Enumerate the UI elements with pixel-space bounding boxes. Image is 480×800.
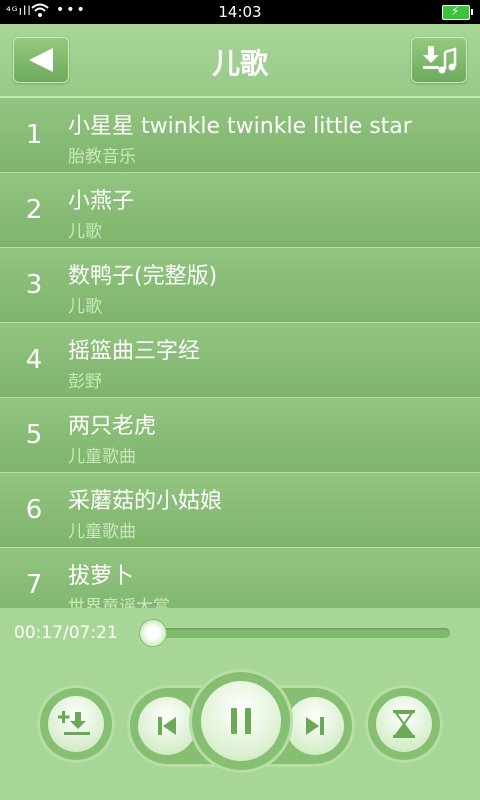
pause-icon: [231, 708, 251, 734]
clock: 14:03: [218, 3, 262, 21]
download-button[interactable]: [411, 37, 467, 83]
add-download-icon: [58, 711, 90, 735]
track-title: 小星星 twinkle twinkle little star: [68, 114, 412, 139]
battery-icon: ⚡: [442, 4, 473, 20]
track-title: 两只老虎: [68, 414, 157, 439]
track-number: 7: [25, 570, 43, 600]
track-artist: 儿童歌曲: [68, 522, 136, 542]
track-artist: 儿童歌曲: [68, 447, 136, 467]
track-title: 采蘑菇的小姑娘: [68, 489, 223, 514]
download-music-icon: [423, 46, 457, 74]
hourglass-icon: [393, 710, 415, 738]
list-item[interactable]: 3 数鸭子(完整版) 儿歌: [0, 248, 480, 323]
track-number: 6: [25, 495, 43, 525]
page-title: 儿歌: [211, 47, 268, 80]
track-title: 拔萝卜: [68, 564, 135, 589]
list-item[interactable]: 7 拔萝卜 世界童谣大赏: [0, 548, 480, 608]
previous-icon: [158, 717, 176, 735]
sleep-timer-button[interactable]: [368, 688, 440, 760]
progress-knob[interactable]: [138, 619, 167, 647]
list-item[interactable]: 2 小燕子 儿歌: [0, 173, 480, 248]
track-artist: 胎教音乐: [68, 147, 136, 167]
next-icon: [306, 717, 324, 735]
track-title: 小燕子: [68, 189, 135, 214]
next-button[interactable]: [286, 697, 344, 755]
playlist: 1 小星星 twinkle twinkle little star 胎教音乐 2…: [0, 98, 480, 608]
list-item[interactable]: 1 小星星 twinkle twinkle little star 胎教音乐: [0, 98, 480, 173]
track-artist: 儿歌: [68, 222, 102, 242]
track-number: 1: [25, 120, 43, 150]
track-artist: 彭野: [68, 372, 102, 392]
pause-button[interactable]: [192, 672, 290, 770]
track-number: 3: [25, 270, 43, 300]
list-item[interactable]: 4 摇篮曲三字经 彭野: [0, 323, 480, 398]
list-item[interactable]: 5 两只老虎 儿童歌曲: [0, 398, 480, 473]
track-number: 2: [25, 195, 43, 225]
status-bar: ⁴ᴳıll ••• 14:03 ⚡: [0, 0, 480, 24]
list-item[interactable]: 6 采蘑菇的小姑娘 儿童歌曲: [0, 473, 480, 548]
header-bar: 儿歌: [0, 24, 480, 98]
track-number: 5: [25, 420, 43, 450]
add-to-playlist-button[interactable]: [40, 688, 112, 760]
track-title: 摇篮曲三字经: [68, 339, 201, 364]
previous-button[interactable]: [138, 697, 196, 755]
track-number: 4: [25, 345, 43, 375]
time-readout: 00:17/07:21: [14, 623, 118, 643]
track-artist: 世界童谣大赏: [68, 597, 170, 608]
progress-slider[interactable]: [138, 619, 450, 647]
track-artist: 儿歌: [68, 297, 102, 317]
track-title: 数鸭子(完整版): [68, 264, 218, 289]
